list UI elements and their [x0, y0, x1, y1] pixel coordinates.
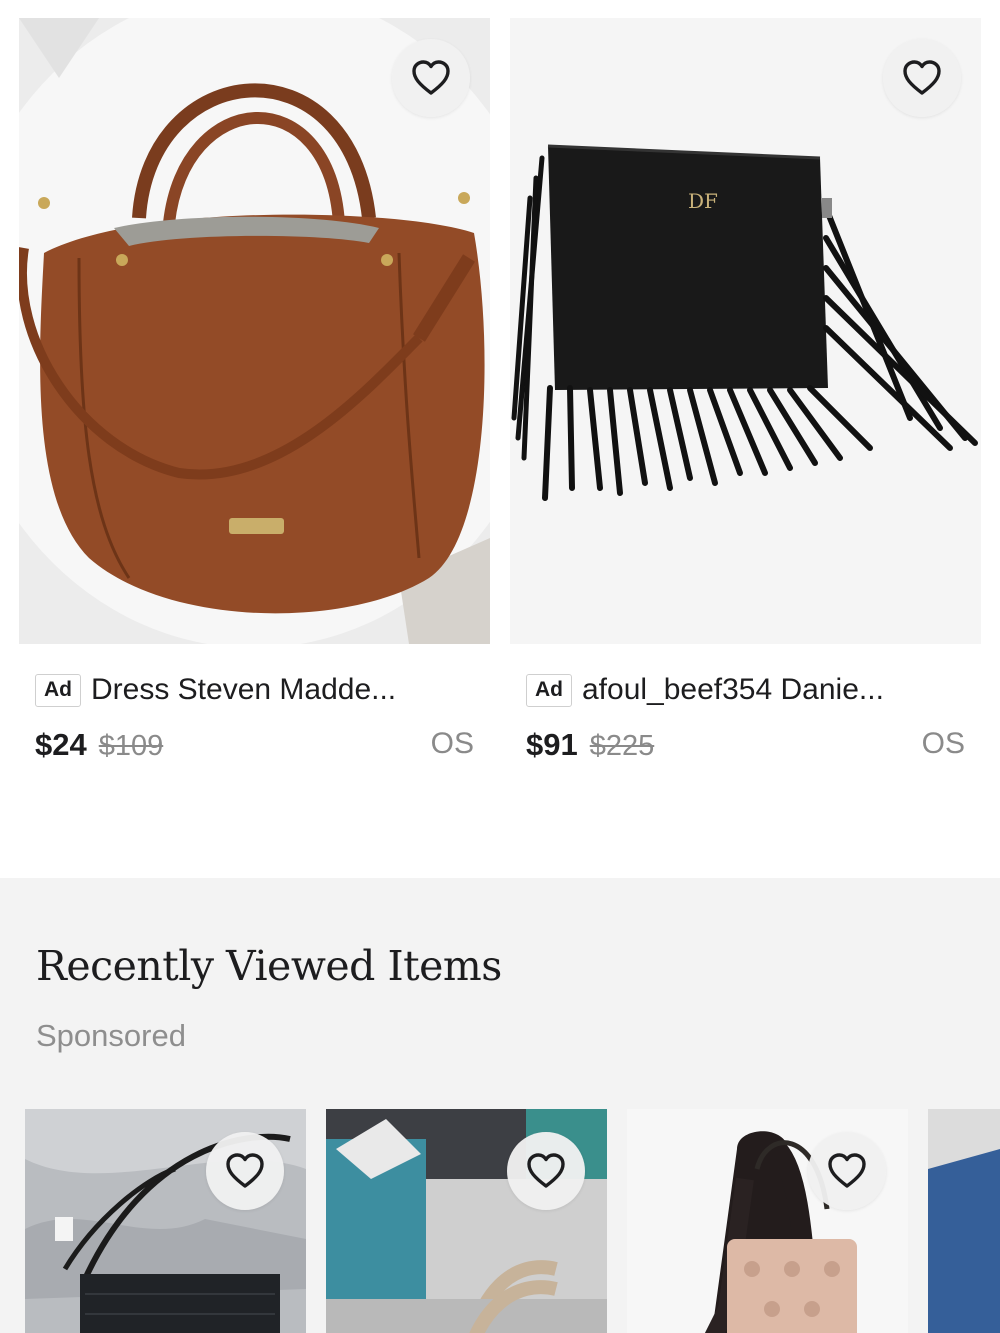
listing-card[interactable]: DF Ad afoul_beef354 Danie... $91 $225 OS	[510, 18, 981, 771]
listing-card[interactable]: Ad Dress Steven Madde... $24 $109 OS	[19, 18, 490, 771]
blue-item-partial	[928, 1109, 1000, 1333]
listing-grid: Ad Dress Steven Madde... $24 $109 OS DF	[0, 0, 1000, 878]
favorite-button[interactable]	[808, 1132, 886, 1210]
recent-item-card[interactable]	[627, 1109, 908, 1333]
listing-image[interactable]	[19, 18, 490, 644]
heart-outline-icon	[226, 1153, 264, 1188]
favorite-button[interactable]	[507, 1132, 585, 1210]
ad-badge: Ad	[526, 673, 572, 707]
favorite-button[interactable]	[206, 1132, 284, 1210]
favorite-button[interactable]	[883, 39, 961, 117]
recent-item-card[interactable]	[326, 1109, 607, 1333]
section-title: Recently Viewed Items	[36, 942, 502, 990]
heart-outline-icon	[412, 60, 450, 95]
recently-viewed-section: Recently Viewed Items Sponsored	[0, 878, 1000, 1333]
listing-original-price: $225	[589, 730, 655, 762]
app-screen: Ad Dress Steven Madde... $24 $109 OS DF	[0, 0, 1000, 1333]
listing-title[interactable]: afoul_beef354 Danie...	[582, 671, 884, 709]
heart-outline-icon	[903, 60, 941, 95]
listing-meta: Ad afoul_beef354 Danie... $91 $225 OS	[510, 671, 981, 771]
heart-outline-icon	[828, 1153, 866, 1188]
listing-image[interactable]: DF	[510, 18, 981, 644]
recent-item-card[interactable]	[25, 1109, 306, 1333]
listing-meta: Ad Dress Steven Madde... $24 $109 OS	[19, 671, 490, 771]
listing-size: OS	[921, 727, 965, 760]
listing-price: $24	[35, 727, 87, 762]
listing-title[interactable]: Dress Steven Madde...	[91, 671, 396, 709]
favorite-button[interactable]	[392, 39, 470, 117]
listing-price: $91	[526, 727, 578, 762]
sponsored-label: Sponsored	[36, 1018, 186, 1053]
heart-outline-icon	[527, 1153, 565, 1188]
ad-badge: Ad	[35, 673, 81, 707]
svg-text:DF: DF	[688, 189, 718, 213]
listing-size: OS	[430, 727, 474, 760]
recent-item-card[interactable]	[928, 1109, 1000, 1333]
listing-original-price: $109	[98, 730, 164, 762]
